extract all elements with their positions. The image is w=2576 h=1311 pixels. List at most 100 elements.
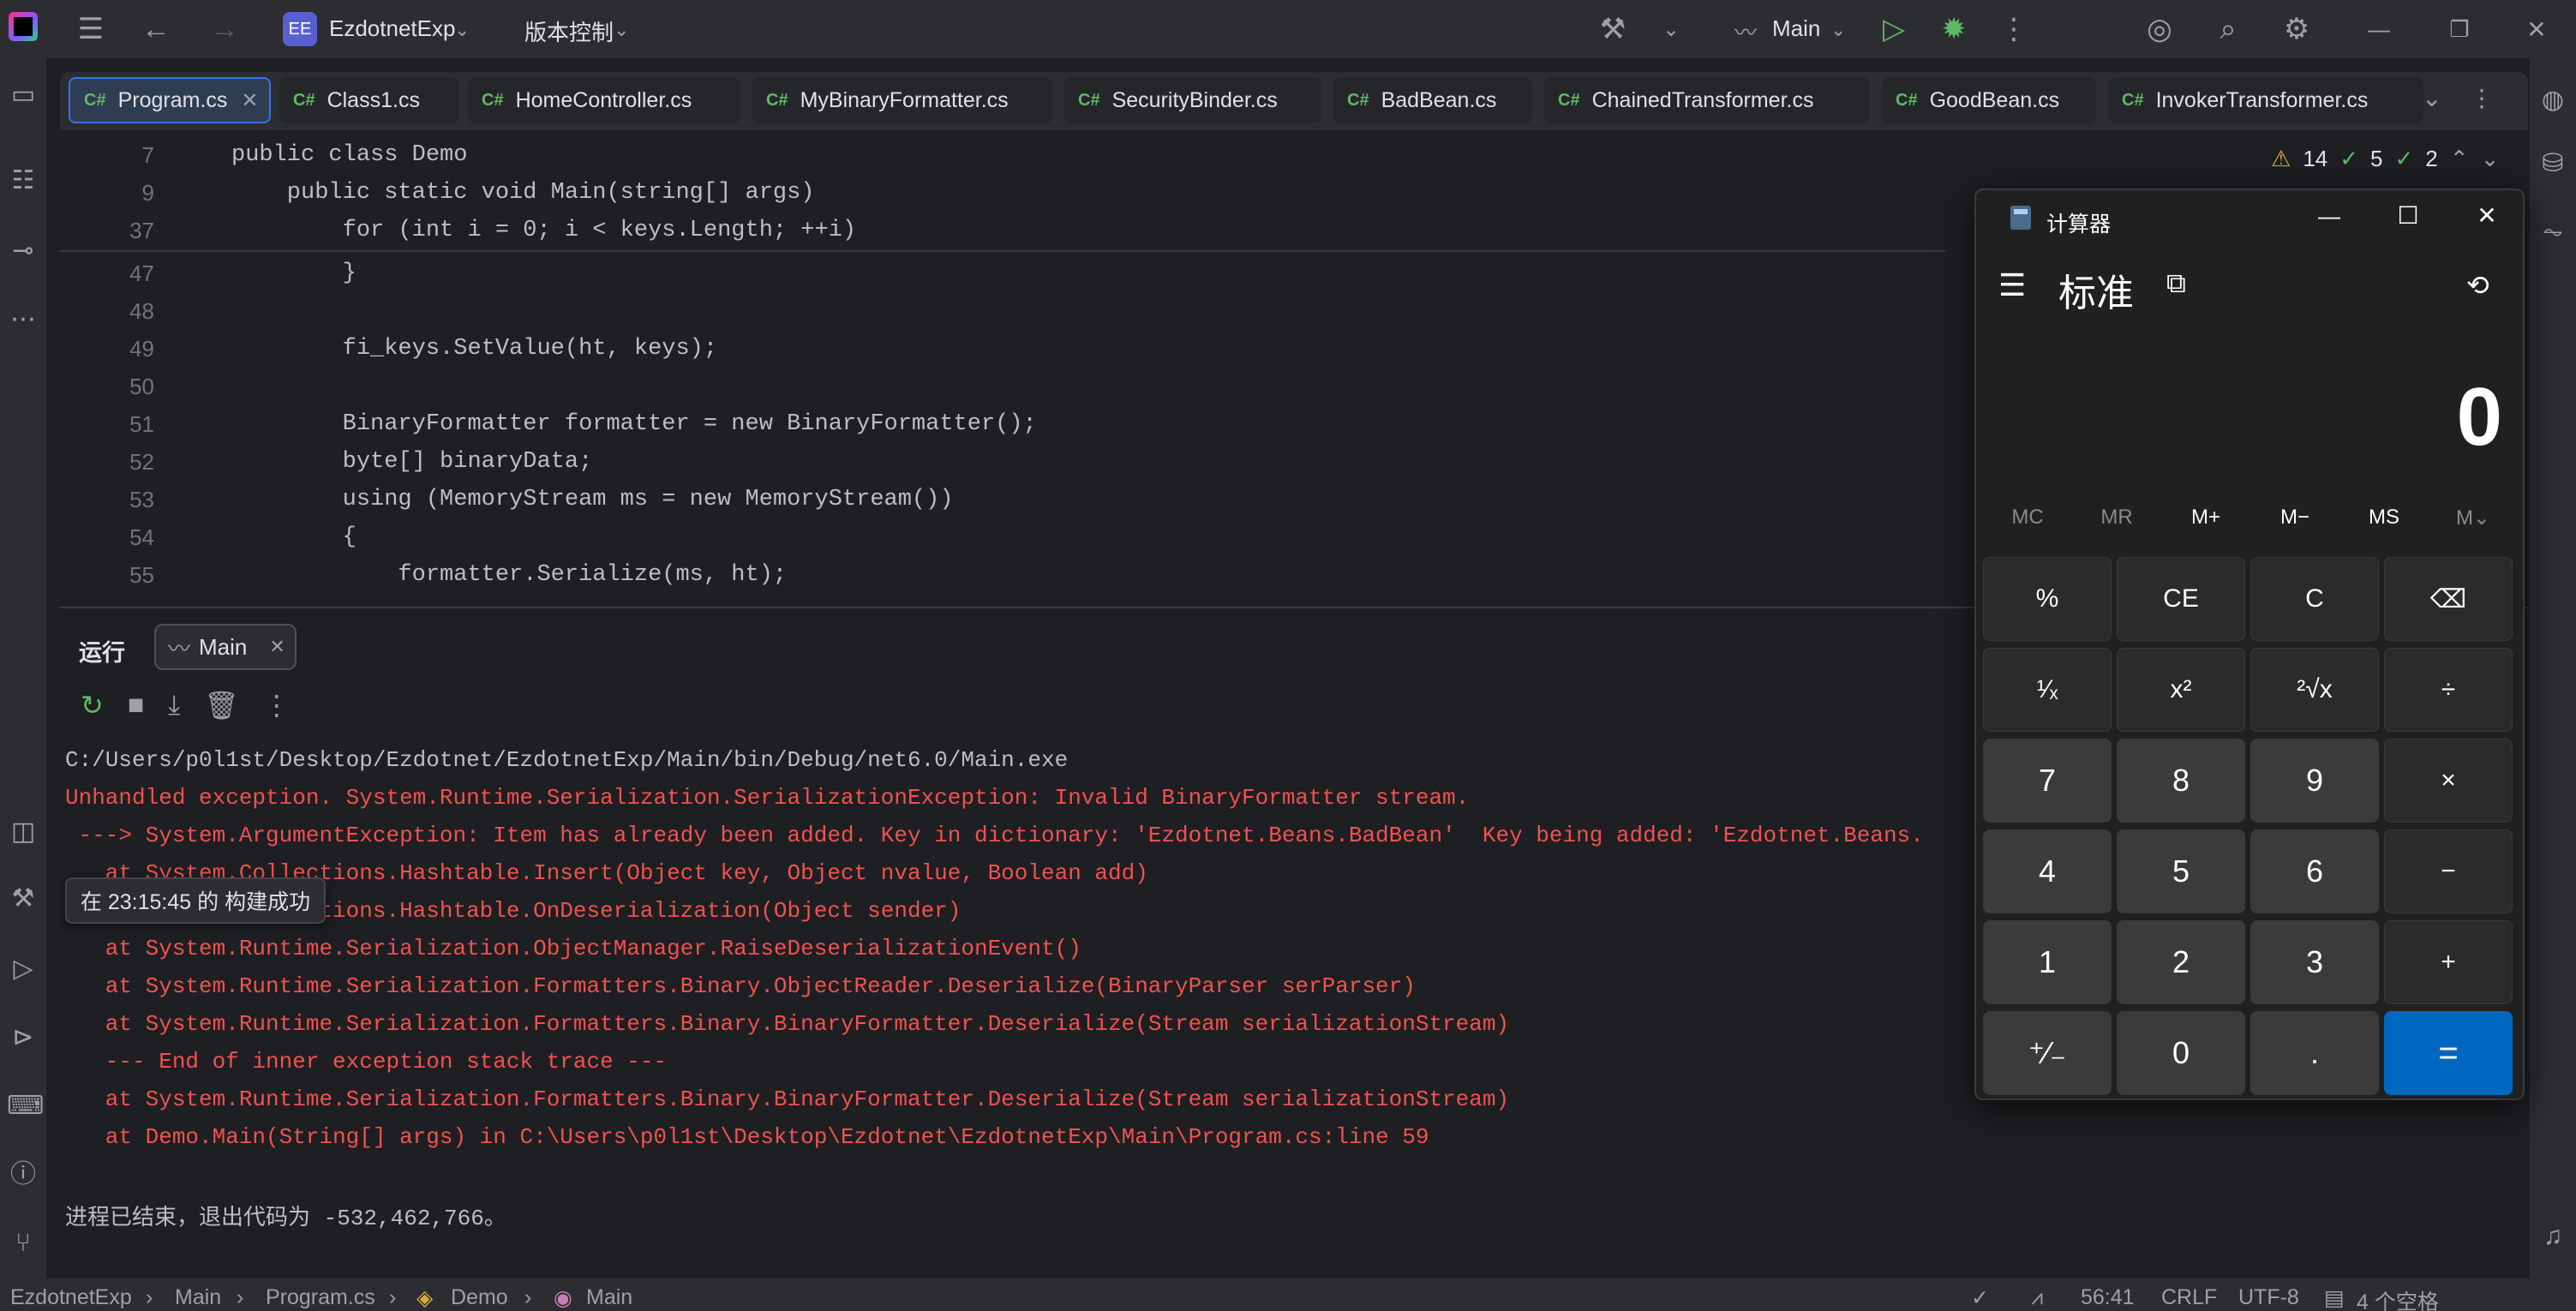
breadcrumb-class[interactable]: Demo <box>451 1285 508 1310</box>
notifications-icon[interactable]: ♫ <box>2537 1220 2569 1253</box>
settings-gear-icon[interactable]: ⚙ <box>2279 12 2314 46</box>
search-icon[interactable]: ⌕ <box>2211 12 2245 46</box>
digit-2-button[interactable]: 2 <box>2117 920 2245 1004</box>
memory-recall-button[interactable]: MR <box>2072 506 2161 530</box>
code-line[interactable]: } <box>231 260 356 286</box>
run-tab-main[interactable]: 〰 Main ✕ <box>154 624 297 670</box>
window-close-icon[interactable]: ✕ <box>2519 12 2554 46</box>
keep-on-top-icon[interactable]: ⧉ <box>2166 267 2186 300</box>
memory-store-button[interactable]: MS <box>2339 506 2429 530</box>
calc-maximize-icon[interactable]: ☐ <box>2382 199 2434 233</box>
decimal-button[interactable]: . <box>2250 1011 2379 1095</box>
tab-overflow-chevron-icon[interactable]: ⌄ <box>2422 84 2441 112</box>
commit-icon[interactable]: ⊸ <box>7 235 39 267</box>
run-config-name[interactable]: Main <box>1772 15 1820 42</box>
percent-button[interactable]: % <box>1983 557 2112 641</box>
code-line[interactable]: public static void Main(string[] args) <box>231 180 815 206</box>
chevron-down-icon[interactable]: ⌄ <box>1662 17 1680 42</box>
scroll-to-end-icon[interactable]: ⤓ <box>168 689 180 721</box>
services-icon[interactable]: ◫ <box>7 816 39 848</box>
indent-setting[interactable]: 4 个空格 <box>2357 1285 2439 1311</box>
run-config-icon[interactable]: 〰 <box>1734 15 1757 47</box>
stop-icon[interactable]: ■ <box>128 689 144 721</box>
digit-4-button[interactable]: 4 <box>1983 829 2112 913</box>
more-icon[interactable]: ⋮ <box>263 689 291 721</box>
chevron-down-icon[interactable]: ⌄ <box>454 19 470 41</box>
file-encoding[interactable]: UTF-8 <box>2238 1285 2299 1310</box>
hamburger-menu-icon[interactable]: ☰ <box>1998 267 2026 303</box>
calc-close-icon[interactable]: ✕ <box>2461 199 2513 233</box>
history-icon[interactable]: ⟲ <box>2466 269 2489 302</box>
back-icon[interactable]: ← <box>139 12 173 46</box>
breadcrumb-project[interactable]: EzdotnetExp <box>10 1285 132 1310</box>
run-tool-icon[interactable]: ▷ <box>7 953 39 985</box>
close-tab-icon[interactable]: ✕ <box>269 636 285 658</box>
clear-entry-button[interactable]: CE <box>2117 557 2245 641</box>
code-line[interactable]: for (int i = 0; i < keys.Length; ++i) <box>231 218 857 243</box>
breadcrumb-file[interactable]: Program.cs <box>266 1285 375 1310</box>
more-icon[interactable]: ⋮ <box>1997 12 2031 46</box>
project-badge[interactable]: EE <box>283 12 317 46</box>
code-line[interactable]: byte[] binaryData; <box>231 449 593 475</box>
tab-mybinaryformatter-cs[interactable]: C# MyBinaryFormatter.cs <box>752 77 1052 123</box>
clear-trash-icon[interactable]: 🗑 <box>204 689 239 721</box>
tab-badbean-cs[interactable]: C# BadBean.cs <box>1333 77 1532 123</box>
project-folder-icon[interactable]: ▭ <box>7 79 39 111</box>
chevron-down-icon[interactable]: ⌄ <box>1830 19 1846 41</box>
inspection-widget[interactable]: ⚠ 14 ✓ 5 ✓ 2 ⌃ ⌄ <box>2271 146 2499 172</box>
close-tab-icon[interactable]: ✕ <box>241 88 258 113</box>
square-root-button[interactable]: ²√x <box>2250 648 2379 732</box>
digit-6-button[interactable]: 6 <box>2250 829 2379 913</box>
digit-8-button[interactable]: 8 <box>2117 739 2245 823</box>
main-menu-icon[interactable]: ☰ <box>74 12 108 46</box>
tab-chainedtransformer-cs[interactable]: C# ChainedTransformer.cs <box>1544 77 1870 123</box>
digit-9-button[interactable]: 9 <box>2250 739 2379 823</box>
memory-list-button[interactable]: M⌄ <box>2429 506 2518 530</box>
tab-securitybinder-cs[interactable]: C# SecurityBinder.cs <box>1064 77 1321 123</box>
calc-minimize-icon[interactable]: — <box>2303 199 2355 233</box>
digit-3-button[interactable]: 3 <box>2250 920 2379 1004</box>
code-line[interactable]: public class Demo <box>231 142 467 168</box>
reciprocal-button[interactable]: ¹⁄ₓ <box>1983 648 2112 732</box>
add-button[interactable]: + <box>2384 920 2513 1004</box>
tab-homecontroller-cs[interactable]: C# HomeController.cs <box>468 77 740 123</box>
ai-chat-icon[interactable]: ◍ <box>2537 84 2569 117</box>
subtract-button[interactable]: − <box>2384 829 2513 913</box>
project-name[interactable]: EzdotnetExp <box>329 15 455 42</box>
more-tools-icon[interactable]: ⋯ <box>7 303 39 336</box>
database-icon[interactable]: ⛁ <box>2537 147 2569 180</box>
code-line[interactable]: fi_keys.SetValue(ht, keys); <box>231 336 717 362</box>
digit-1-button[interactable]: 1 <box>1983 920 2112 1004</box>
tab-more-icon[interactable]: ⋮ <box>2470 84 2494 112</box>
tab-program-cs[interactable]: C# Program.cs ✕ <box>69 77 271 123</box>
backspace-button[interactable]: ⌫ <box>2384 557 2513 641</box>
debug-tool-icon[interactable]: ⊳ <box>7 1021 39 1054</box>
caret-position[interactable]: 56:41 <box>2081 1285 2135 1310</box>
tab-class1-cs[interactable]: C# Class1.cs <box>279 77 459 123</box>
line-ending[interactable]: CRLF <box>2161 1285 2217 1310</box>
chevron-up-icon[interactable]: ⌃ <box>2450 146 2469 172</box>
git-icon[interactable]: ⑂ <box>7 1227 39 1260</box>
chevron-down-icon[interactable]: ⌄ <box>614 19 629 41</box>
code-line[interactable]: { <box>231 524 356 550</box>
window-restore-icon[interactable]: ❐ <box>2442 12 2477 46</box>
memory-clear-button[interactable]: MC <box>1983 506 2072 530</box>
performance-icon[interactable]: ⏦ <box>2537 216 2569 248</box>
run-icon[interactable]: ▷ <box>1877 12 1911 46</box>
code-line[interactable]: formatter.Serialize(ms, ht); <box>231 562 787 588</box>
build-icon[interactable]: ⚒ <box>7 883 39 915</box>
tab-invokertransformer-cs[interactable]: C# InvokerTransformer.cs <box>2108 77 2423 123</box>
rerun-icon[interactable]: ↻ <box>81 689 104 721</box>
problems-icon[interactable]: ⓘ <box>7 1158 39 1191</box>
chevron-down-icon[interactable]: ⌄ <box>2481 146 2500 172</box>
breadcrumb-module[interactable]: Main <box>175 1285 221 1310</box>
structure-icon[interactable]: ☷ <box>7 165 39 197</box>
ai-assistant-icon[interactable]: ◎ <box>2142 12 2177 46</box>
memory-subtract-button[interactable]: M− <box>2250 506 2339 530</box>
negate-button[interactable]: ⁺⁄₋ <box>1983 1011 2112 1095</box>
debug-icon[interactable]: ✹ <box>1937 12 1971 46</box>
code-line[interactable]: BinaryFormatter formatter = new BinaryFo… <box>231 411 1037 437</box>
window-minimize-icon[interactable]: — <box>2362 12 2396 46</box>
digit-7-button[interactable]: 7 <box>1983 739 2112 823</box>
build-hammer-icon[interactable]: ⚒ <box>1596 12 1630 46</box>
